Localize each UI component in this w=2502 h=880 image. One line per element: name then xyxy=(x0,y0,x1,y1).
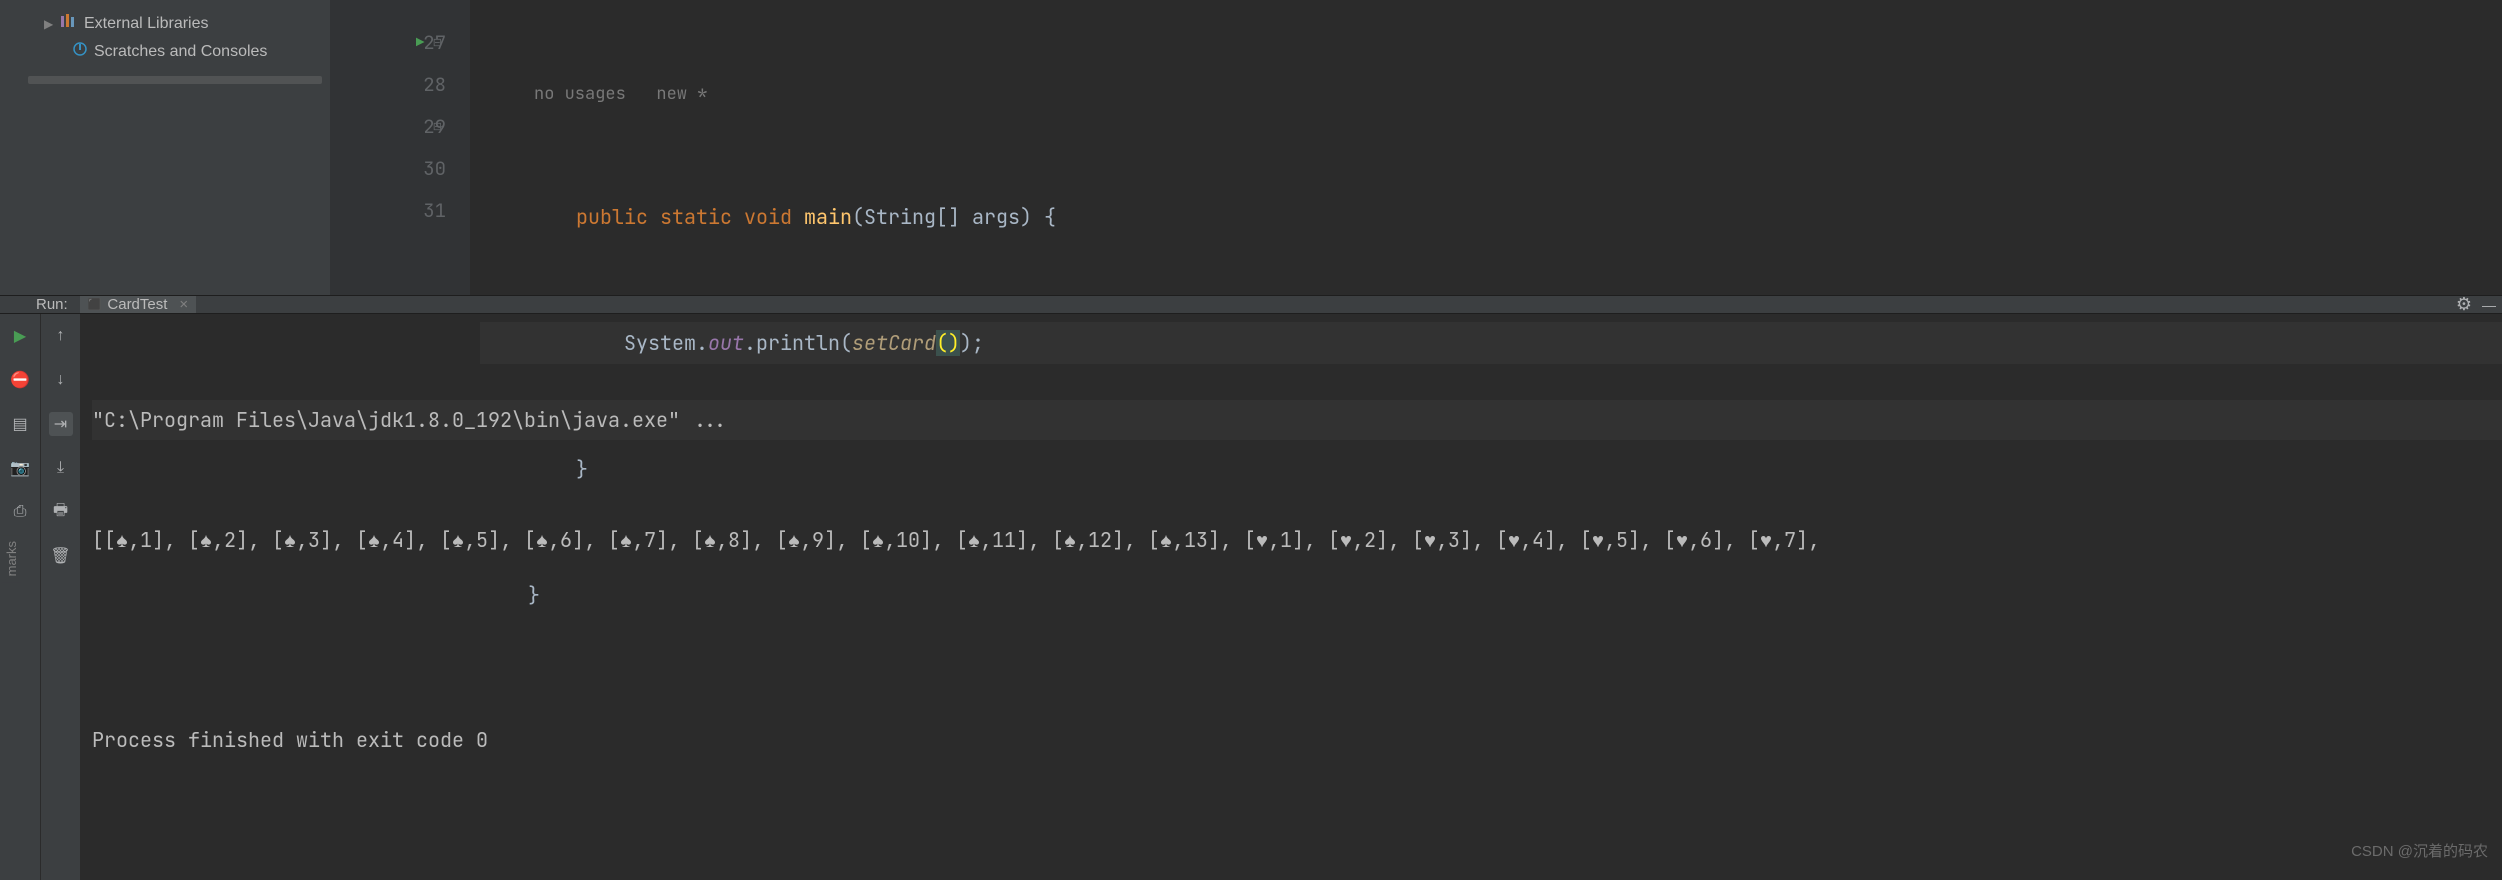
run-gutter-icon[interactable]: ▶ xyxy=(416,22,424,64)
run-toolbar-primary: ▶ ⛔ ▤ 📷 ⎙ xyxy=(0,314,40,880)
down-icon[interactable]: ↓ xyxy=(49,368,73,392)
scratch-icon xyxy=(72,41,88,62)
watermark: CSDN @沉着的码农 xyxy=(2351,832,2488,872)
sidebar-item-scratches[interactable]: Scratches and Consoles xyxy=(0,37,330,66)
console-line: Process finished with exit code 0 xyxy=(92,720,2502,760)
run-config-icon: ⬛ xyxy=(88,298,102,311)
line-number: 31 xyxy=(423,198,446,223)
console-line: [[♠,1], [♠,2], [♠,3], [♠,4], [♠,5], [♠,6… xyxy=(92,520,2502,560)
line-number: 30 xyxy=(423,156,446,181)
run-tab-label: CardTest xyxy=(107,296,167,313)
up-icon[interactable]: ↑ xyxy=(49,324,73,348)
code-area[interactable]: no usages new * public static void main(… xyxy=(470,0,2502,295)
gear-icon[interactable]: ⚙ xyxy=(2456,294,2472,315)
usage-hint[interactable]: no usages new * xyxy=(480,84,2502,112)
run-toolbar-secondary: ↑ ↓ ⇥ ⤓ 🖶 🗑 xyxy=(40,314,80,880)
library-icon xyxy=(60,14,78,33)
fold-close-icon[interactable]: ⊟ xyxy=(433,106,442,148)
close-icon[interactable]: × xyxy=(179,296,188,313)
hide-icon[interactable]: — xyxy=(2482,297,2496,313)
stop-button[interactable]: ⛔ xyxy=(8,368,32,392)
print-icon[interactable]: 🖶 xyxy=(49,500,73,524)
code-editor[interactable]: ▶27⊟ 28 29⊟ 30 31 no usages new * public… xyxy=(330,0,2502,295)
chevron-right-icon: ▶ xyxy=(44,17,54,31)
run-header: Run: ⬛ CardTest × ⚙ — xyxy=(0,296,2502,314)
line-number: 28 xyxy=(423,72,446,97)
tree-item-label: External Libraries xyxy=(84,15,209,33)
camera-icon[interactable]: 📷 xyxy=(8,456,32,480)
code-line[interactable]: public static void main(String[] args) { xyxy=(480,196,2502,238)
fold-open-icon[interactable]: ⊟ xyxy=(433,22,442,64)
scroll-end-button[interactable]: ⤓ xyxy=(49,456,73,480)
bookmarks-tool-button[interactable]: marks xyxy=(2,535,21,582)
pin-icon[interactable]: ⎙ xyxy=(8,500,32,524)
editor-gutter[interactable]: ▶27⊟ 28 29⊟ 30 31 xyxy=(330,0,470,295)
console-output[interactable]: "C:\Program Files\Java\jdk1.8.0_192\bin\… xyxy=(80,314,2502,880)
console-line: "C:\Program Files\Java\jdk1.8.0_192\bin\… xyxy=(92,400,2502,440)
tree-item-label: Scratches and Consoles xyxy=(94,43,267,61)
run-panel-label: Run: xyxy=(36,296,68,313)
soft-wrap-button[interactable]: ⇥ xyxy=(49,412,73,436)
project-sidebar[interactable]: ▶ External Libraries Scratches and Conso… xyxy=(0,0,330,295)
layout-button[interactable]: ▤ xyxy=(8,412,32,436)
run-tool-window: Run: ⬛ CardTest × ⚙ — ▶ ⛔ ▤ 📷 ⎙ ↑ ↓ ⇥ ⤓ … xyxy=(0,295,2502,588)
rerun-button[interactable]: ▶ xyxy=(8,324,32,348)
trash-icon[interactable]: 🗑 xyxy=(49,544,73,568)
sidebar-scrollbar[interactable] xyxy=(28,76,322,84)
run-tab[interactable]: ⬛ CardTest × xyxy=(80,296,197,313)
sidebar-item-external-libraries[interactable]: ▶ External Libraries xyxy=(0,10,330,37)
